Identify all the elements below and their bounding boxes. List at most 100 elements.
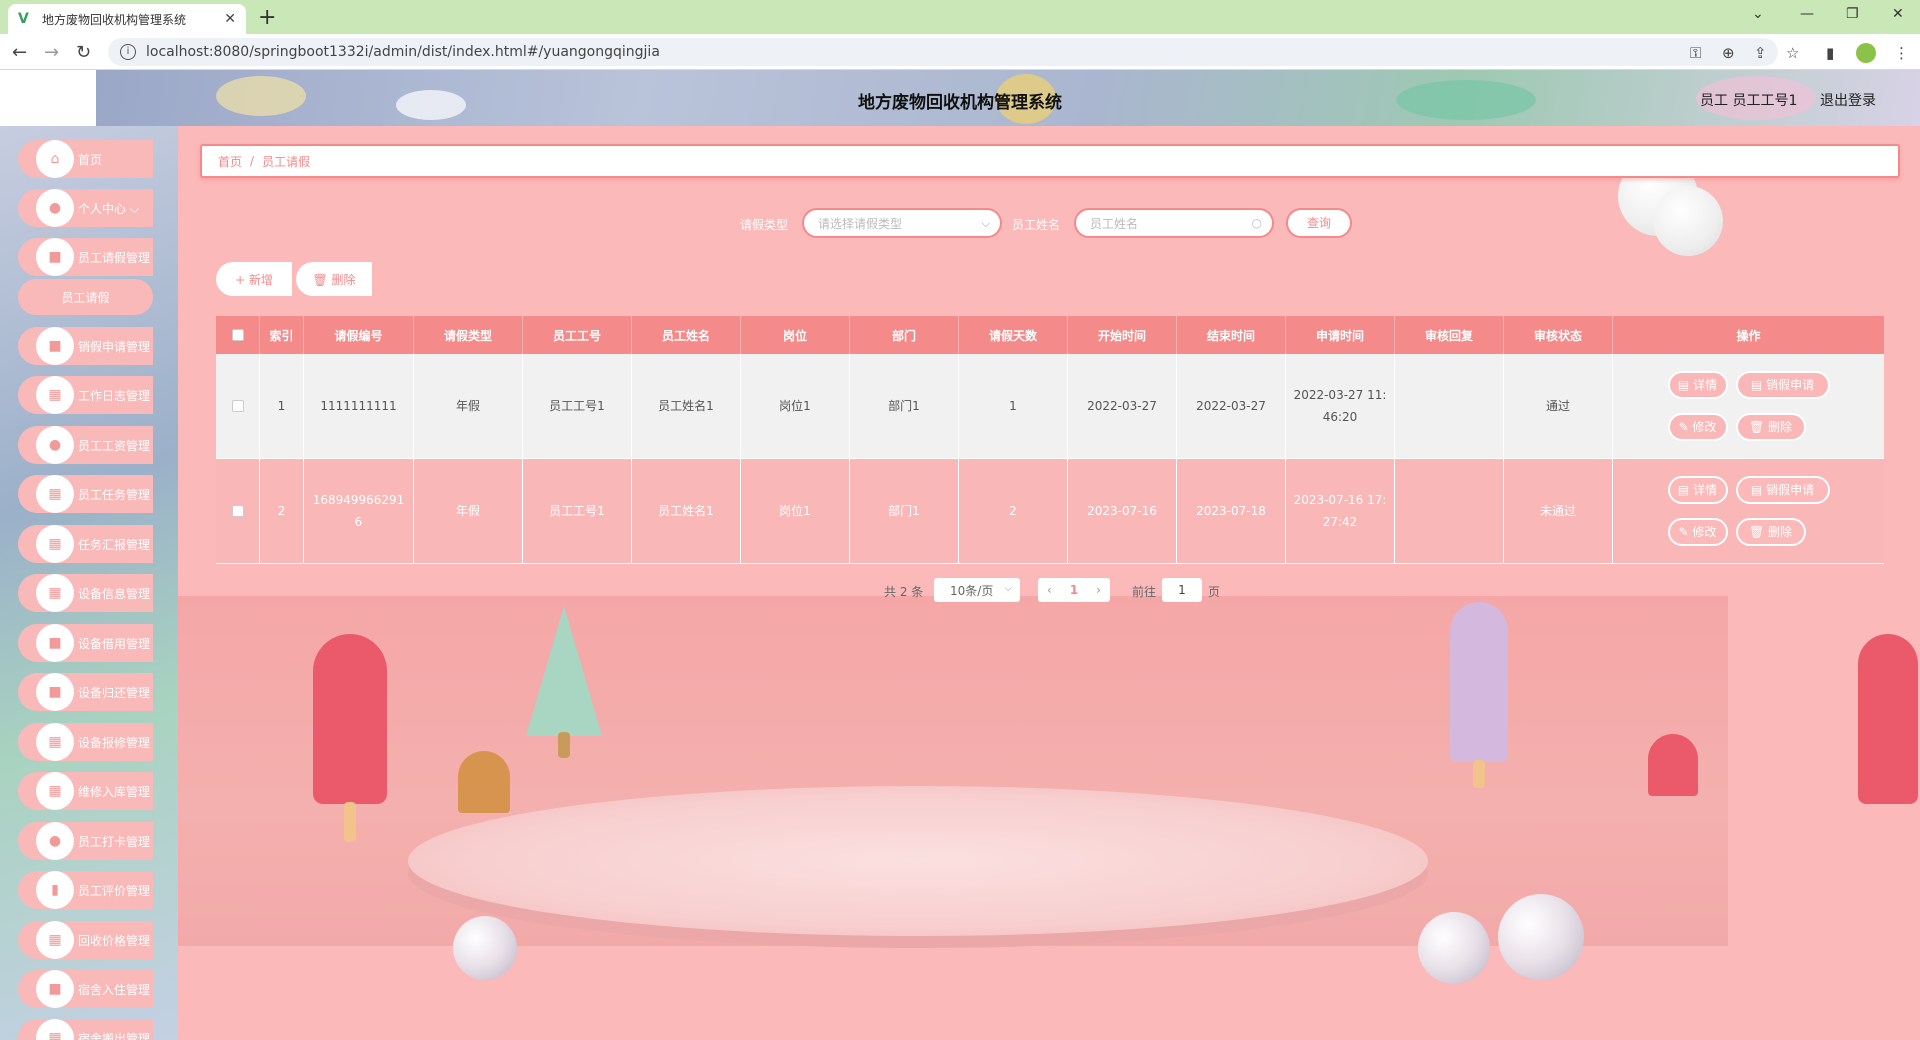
briefcase-icon: ■ — [36, 327, 74, 365]
grid-icon: ▦ — [36, 525, 74, 563]
cancel-leave-button[interactable]: ▤ 销假申请 — [1735, 476, 1830, 504]
sidebar-item-repair-storage[interactable]: ▦ 维修入库管理 — [18, 772, 153, 810]
sidebar-item-profile[interactable]: ● 个人中心 ⌵ — [18, 189, 153, 227]
sidebar-item-leave[interactable]: ■ 员工请假管理 — [18, 238, 153, 276]
cell-index: 1 — [260, 354, 304, 458]
user-icon: ● — [36, 189, 74, 227]
site-info-icon[interactable]: i — [120, 44, 136, 60]
grid-icon: ▦ — [36, 921, 74, 959]
star-icon[interactable]: ☆ — [1786, 44, 1799, 62]
column-header: 申请时间 — [1286, 316, 1395, 354]
prev-page-button[interactable]: ‹ — [1047, 583, 1052, 597]
cell-code: 1111111111 — [304, 354, 414, 458]
share-icon[interactable]: ⇪ — [1754, 44, 1767, 62]
column-header: 开始时间 — [1068, 316, 1177, 354]
zoom-icon[interactable]: ⊕ — [1722, 44, 1735, 62]
column-header: 请假编号 — [304, 316, 414, 354]
delete-button[interactable]: 🗑 删除 — [1735, 413, 1806, 441]
new-tab-button[interactable]: + — [258, 5, 276, 30]
page-number-current[interactable]: 1 — [1070, 583, 1078, 597]
sidebar-item-label: 员工任务管理 — [78, 487, 151, 502]
browser-tab[interactable]: V 地方废物回收机构管理系统 ✕ — [8, 4, 246, 34]
breadcrumb-home[interactable]: 首页 — [218, 153, 242, 170]
sidebar-item-task-report[interactable]: ▦ 任务汇报管理 — [18, 525, 153, 563]
employee-name-input[interactable]: 员工姓名 ○ — [1074, 208, 1274, 238]
tab-search-chevron-icon[interactable]: ⌄ — [1752, 6, 1764, 22]
row-select-cell[interactable] — [216, 459, 260, 563]
cell-post: 岗位1 — [741, 354, 850, 458]
sidebar-item-home[interactable]: ⌂ 首页 — [18, 140, 153, 178]
cell-post: 岗位1 — [741, 459, 850, 563]
select-all-header[interactable] — [216, 316, 260, 354]
sidebar-item-task[interactable]: ▦ 员工任务管理 — [18, 475, 153, 513]
app-title: 地方废物回收机构管理系统 — [858, 93, 1062, 113]
pearl-decoration — [1418, 912, 1490, 984]
sidebar-item-evaluation[interactable]: ▮ 员工评价管理 — [18, 871, 153, 909]
window-close-icon[interactable]: ✕ — [1892, 6, 1904, 22]
reload-icon[interactable]: ↻ — [76, 42, 91, 63]
close-icon[interactable]: ✕ — [224, 11, 236, 27]
row-select-cell[interactable] — [216, 354, 260, 458]
page-size-select[interactable]: 10条/页 ⌵ — [934, 578, 1020, 602]
sidebar-item-device-repair[interactable]: ▦ 设备报修管理 — [18, 723, 153, 761]
edit-button[interactable]: ✎ 修改 — [1667, 413, 1728, 441]
column-header: 岗位 — [741, 316, 850, 354]
profile-icon[interactable] — [1856, 43, 1876, 63]
sidebar-item-salary[interactable]: ● 员工工资管理 — [18, 426, 153, 464]
sidebar-item-label: 员工打卡管理 — [78, 834, 151, 849]
menu-icon[interactable]: ⋮ — [1894, 44, 1909, 62]
url-field[interactable]: i localhost:8080/springboot1332i/admin/d… — [108, 38, 1778, 66]
logout-button[interactable]: 退出登录 — [1820, 90, 1876, 110]
cell-emp-no: 员工工号1 — [523, 354, 632, 458]
restore-icon[interactable]: ❐ — [1846, 6, 1859, 22]
cell-days: 1 — [959, 354, 1068, 458]
batch-delete-button[interactable]: 🗑 删除 — [296, 262, 372, 296]
app-header: 地方废物回收机构管理系统 员工 员工工号1 退出登录 — [0, 70, 1920, 126]
sidebar-item-dorm-checkin[interactable]: ■ 宿舍入住管理 — [18, 970, 153, 1008]
tree-decoration — [526, 606, 602, 736]
cell-start: 2023-07-16 — [1068, 459, 1177, 563]
key-icon[interactable]: ⚿ — [1690, 44, 1701, 62]
sidebar-item-device-info[interactable]: ▦ 设备信息管理 — [18, 574, 153, 612]
leave-type-label: 请假类型 — [740, 218, 789, 232]
cell-code: 1689499662916 — [304, 459, 414, 563]
sidebar-item-device-borrow[interactable]: ■ 设备借用管理 — [18, 624, 153, 662]
add-button[interactable]: + 新增 — [216, 262, 292, 296]
sidebar-item-label: 设备信息管理 — [78, 586, 151, 601]
cancel-leave-button[interactable]: ▤ 销假申请 — [1735, 371, 1830, 399]
employee-name-placeholder: 员工姓名 — [1090, 216, 1139, 231]
sidebar-item-cancel-leave[interactable]: ■ 销假申请管理 — [18, 327, 153, 365]
minimize-icon[interactable]: — — [1800, 6, 1814, 22]
edit-button[interactable]: ✎ 修改 — [1667, 518, 1728, 546]
sidebar-item-clock-in[interactable]: ● 员工打卡管理 — [18, 822, 153, 860]
submenu-item-employee-leave[interactable]: 员工请假 — [18, 279, 153, 315]
back-icon[interactable]: ← — [12, 42, 27, 63]
sidebar-item-label: 工作日志管理 — [78, 388, 151, 403]
forward-icon[interactable]: → — [44, 42, 59, 63]
select-all-checkbox[interactable] — [231, 329, 244, 341]
table-row: 2 1689499662916 年假 员工工号1 员工姓名1 岗位1 部门1 2… — [216, 459, 1884, 564]
row-checkbox[interactable] — [231, 505, 244, 517]
sidebar-item-device-return[interactable]: ■ 设备归还管理 — [18, 673, 153, 711]
employee-name-label: 员工姓名 — [1012, 218, 1061, 232]
sidebar-item-recycle-price[interactable]: ▦ 回收价格管理 — [18, 921, 153, 959]
detail-button[interactable]: ▤ 详情 — [1667, 371, 1728, 399]
row-checkbox[interactable] — [231, 400, 244, 412]
query-button[interactable]: 查询 — [1286, 208, 1352, 238]
next-page-button[interactable]: › — [1096, 583, 1101, 597]
browser-tab-strip: V 地方废物回收机构管理系统 ✕ + ⌄ — ❐ ✕ — [0, 0, 1920, 34]
grid-icon: ▦ — [36, 723, 74, 761]
goto-page-input[interactable]: 1 — [1162, 578, 1202, 602]
sidebar-item-label: 销假申请管理 — [78, 339, 151, 354]
cell-status: 未通过 — [1504, 459, 1613, 563]
delete-button[interactable]: 🗑 删除 — [1735, 518, 1806, 546]
sidebar-icon[interactable]: ▮ — [1826, 44, 1834, 62]
detail-button[interactable]: ▤ 详情 — [1667, 476, 1728, 504]
sidebar-item-label: 设备归还管理 — [78, 685, 151, 700]
sidebar-item-dorm-checkout[interactable]: ▦ 宿舍搬出管理 — [18, 1019, 153, 1040]
popsicle-decoration — [313, 634, 387, 804]
leave-type-select[interactable]: 请选择请假类型 ⌵ — [802, 208, 1002, 238]
sidebar-item-label: 设备借用管理 — [78, 636, 151, 651]
cell-dept: 部门1 — [850, 354, 959, 458]
sidebar-item-worklog[interactable]: ▦ 工作日志管理 — [18, 376, 153, 414]
